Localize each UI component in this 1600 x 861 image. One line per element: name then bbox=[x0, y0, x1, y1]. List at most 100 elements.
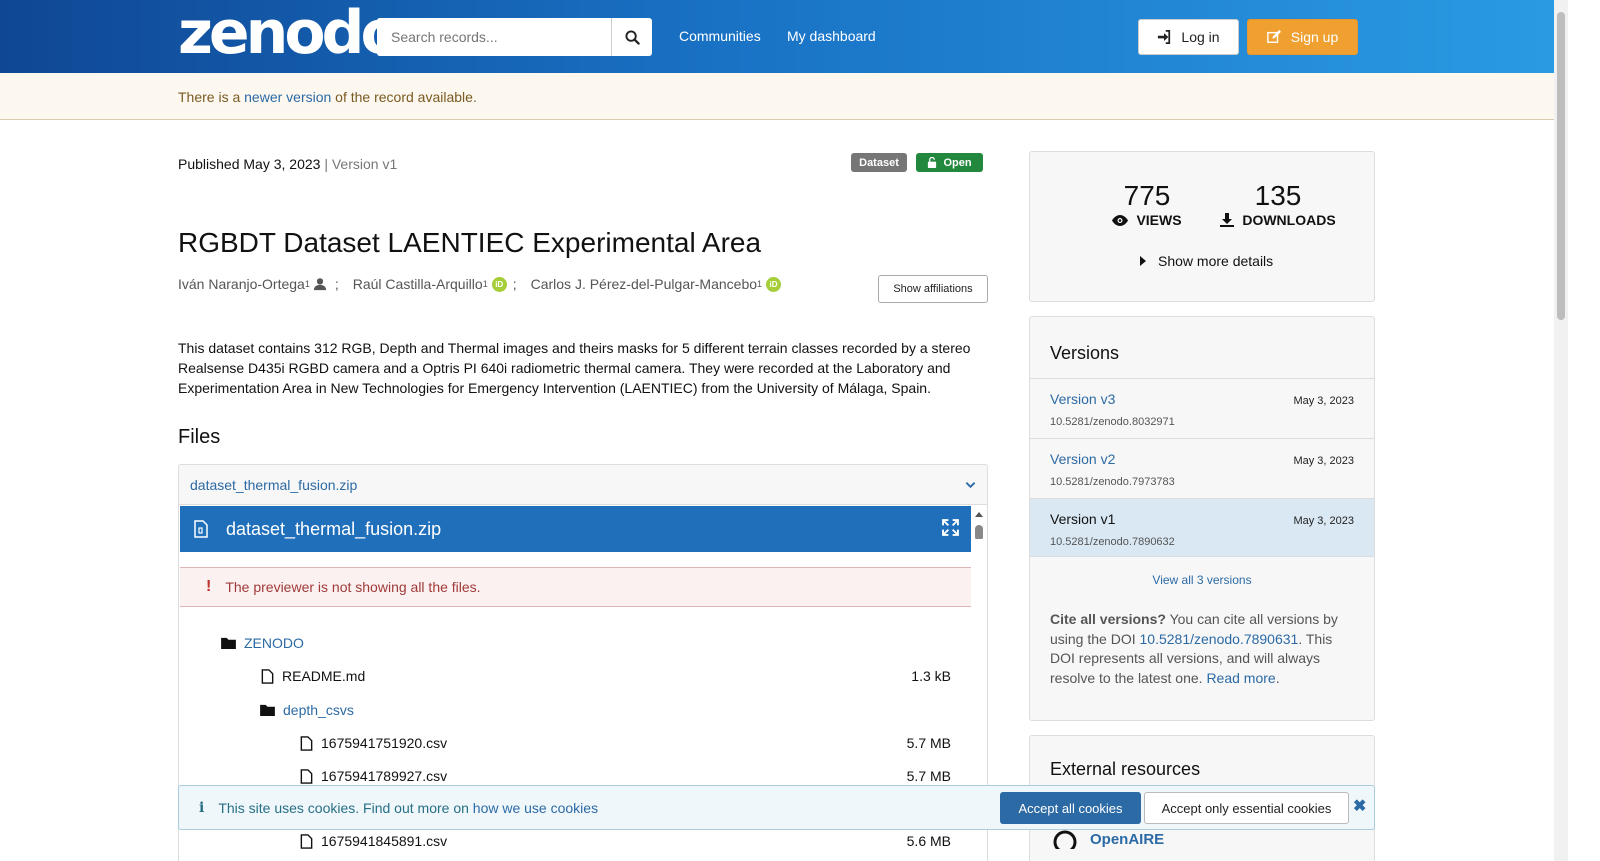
cookie-text: This site uses cookies. Find out more on… bbox=[218, 800, 598, 816]
read-more-link[interactable]: Read more bbox=[1206, 670, 1275, 686]
author-name[interactable]: Raúl Castilla-Arquillo bbox=[353, 276, 483, 292]
zenodo-logo[interactable]: zenodo bbox=[178, 3, 402, 63]
show-more-label: Show more details bbox=[1158, 253, 1274, 269]
accept-essential-cookies-button[interactable]: Accept only essential cookies bbox=[1144, 792, 1349, 824]
file-name: 1675941845891.csv bbox=[321, 833, 448, 849]
file-name: README.md bbox=[282, 668, 366, 684]
file-icon bbox=[300, 768, 313, 784]
folder-name[interactable]: ZENODO bbox=[244, 635, 304, 651]
search-button[interactable] bbox=[611, 18, 652, 56]
unlock-icon bbox=[928, 157, 937, 168]
search-bar bbox=[377, 18, 652, 56]
file-selector[interactable]: dataset_thermal_fusion.zip bbox=[179, 465, 987, 505]
user-icon bbox=[313, 278, 326, 291]
version-date: May 3, 2023 bbox=[1293, 455, 1354, 467]
stats-card: 775 VIEWS 135 DOWNLOADS Show more detail… bbox=[1029, 151, 1375, 302]
version-link[interactable]: Version v3 bbox=[1050, 391, 1115, 407]
preview-file-name: dataset_thermal_fusion.zip bbox=[226, 518, 442, 539]
file-icon bbox=[300, 833, 313, 849]
download-icon bbox=[1220, 213, 1235, 227]
affiliation-number: 1 bbox=[482, 279, 488, 289]
warning-text: The previewer is not showing all the fil… bbox=[225, 579, 481, 595]
version-current-label: Version v1 bbox=[1050, 511, 1116, 527]
accept-all-cookies-button[interactable]: Accept all cookies bbox=[1000, 792, 1141, 824]
file-icon bbox=[300, 735, 313, 751]
version-date: May 3, 2023 bbox=[1293, 395, 1354, 407]
external-resources-heading: External resources bbox=[1050, 759, 1201, 779]
versions-heading: Versions bbox=[1050, 343, 1120, 363]
login-button[interactable]: Log in bbox=[1138, 19, 1239, 55]
version-label: | Version v1 bbox=[324, 156, 398, 172]
published-date: Published May 3, 2023 bbox=[178, 156, 321, 172]
signup-button[interactable]: Sign up bbox=[1247, 19, 1358, 55]
author-name[interactable]: Carlos J. Pérez-del-Pulgar-Mancebo bbox=[531, 276, 757, 292]
nav-my-dashboard[interactable]: My dashboard bbox=[787, 28, 876, 44]
sign-in-icon bbox=[1158, 30, 1171, 44]
affiliation-number: 1 bbox=[304, 279, 310, 289]
page-scrollbar[interactable] bbox=[1554, 0, 1568, 861]
edit-icon bbox=[1266, 30, 1281, 43]
version-row-current[interactable]: Version v1 May 3, 2023 10.5281/zenodo.78… bbox=[1030, 498, 1374, 557]
cite-all-versions: Cite all versions? You can cite all vers… bbox=[1050, 610, 1360, 688]
newer-version-notice: There is a newer version of the record a… bbox=[0, 73, 1554, 120]
openaire-label: OpenAIRE bbox=[1090, 830, 1165, 848]
folder-icon bbox=[221, 637, 236, 649]
signup-label: Sign up bbox=[1290, 29, 1339, 45]
version-date: May 3, 2023 bbox=[1293, 515, 1354, 527]
version-row[interactable]: Version v3 May 3, 2023 10.5281/zenodo.80… bbox=[1030, 378, 1374, 437]
chevron-down-icon[interactable] bbox=[965, 481, 976, 489]
tree-file[interactable]: 1675941751920.csv 5.7 MB bbox=[179, 733, 971, 753]
record-description: This dataset contains 312 RGB, Depth and… bbox=[178, 340, 971, 396]
views-count: 775 bbox=[1123, 180, 1171, 211]
orcid-icon[interactable]: iD bbox=[491, 276, 507, 292]
tree-file[interactable]: 1675941845891.csv 5.6 MB bbox=[179, 831, 971, 851]
file-size: 1.3 kB bbox=[911, 668, 951, 684]
newer-version-link[interactable]: newer version bbox=[244, 89, 331, 105]
cookie-policy-link[interactable]: how we use cookies bbox=[473, 800, 598, 816]
file-name-link[interactable]: dataset_thermal_fusion.zip bbox=[190, 477, 357, 493]
openaire-link[interactable]: OpenAIRE bbox=[1052, 829, 1164, 849]
page-scrollbar-thumb[interactable] bbox=[1557, 12, 1565, 320]
resource-type-label: Dataset bbox=[859, 156, 899, 169]
orcid-icon[interactable]: iD bbox=[766, 276, 782, 292]
close-icon[interactable]: ✖ bbox=[1353, 796, 1366, 816]
author-list: Iván Naranjo-Ortega 1 ; Raúl Castilla-Arq… bbox=[178, 276, 782, 292]
site-header: zenodo Communities My dashboard Log in S… bbox=[0, 0, 1568, 73]
search-input[interactable] bbox=[377, 18, 611, 56]
record-title: RGBDT Dataset LAENTIEC Experimental Area bbox=[178, 227, 762, 258]
file-size: 5.7 MB bbox=[906, 735, 951, 751]
author-name[interactable]: Iván Naranjo-Ortega bbox=[178, 276, 305, 292]
nav-communities[interactable]: Communities bbox=[679, 28, 761, 44]
file-name: 1675941789927.csv bbox=[321, 768, 448, 784]
tree-file[interactable]: 1675941789927.csv 5.7 MB bbox=[179, 766, 971, 786]
cookie-message: i This site uses cookies. Find out more … bbox=[199, 800, 598, 816]
preview-warning: ! The previewer is not showing all the f… bbox=[180, 567, 971, 607]
affiliation-number: 1 bbox=[757, 279, 763, 289]
views-label: VIEWS bbox=[1092, 212, 1202, 228]
version-link[interactable]: Version v2 bbox=[1050, 451, 1115, 467]
version-row[interactable]: Version v2 May 3, 2023 10.5281/zenodo.79… bbox=[1030, 438, 1374, 497]
views-label-text: VIEWS bbox=[1136, 212, 1182, 228]
notice-text: There is a newer version of the record a… bbox=[178, 89, 477, 105]
info-icon: i bbox=[199, 800, 205, 816]
resource-type-badge: Dataset bbox=[851, 153, 907, 172]
file-icon bbox=[261, 668, 274, 684]
tree-folder[interactable]: ZENODO bbox=[179, 633, 971, 653]
file-size: 5.7 MB bbox=[906, 768, 951, 784]
file-size: 5.6 MB bbox=[906, 833, 951, 849]
fullscreen-icon[interactable] bbox=[942, 519, 959, 536]
file-archive-icon bbox=[194, 520, 208, 538]
downloads-stat: 135 DOWNLOADS bbox=[1218, 180, 1338, 228]
folder-name[interactable]: depth_csvs bbox=[283, 702, 354, 718]
downloads-label: DOWNLOADS bbox=[1218, 212, 1338, 228]
view-all-versions-link[interactable]: View all 3 versions bbox=[1030, 573, 1374, 587]
show-affiliations-button[interactable]: Show affiliations bbox=[878, 275, 988, 303]
file-name: 1675941751920.csv bbox=[321, 735, 448, 751]
show-more-details[interactable]: Show more details bbox=[1140, 253, 1273, 269]
notice-suffix: of the record available. bbox=[331, 89, 477, 105]
access-label: Open bbox=[943, 156, 972, 169]
tree-folder[interactable]: depth_csvs bbox=[179, 700, 971, 720]
tree-file[interactable]: README.md 1.3 kB bbox=[179, 666, 971, 686]
concept-doi-link[interactable]: 10.5281/zenodo.7890631 bbox=[1140, 631, 1299, 647]
access-badge[interactable]: Open bbox=[916, 153, 983, 172]
